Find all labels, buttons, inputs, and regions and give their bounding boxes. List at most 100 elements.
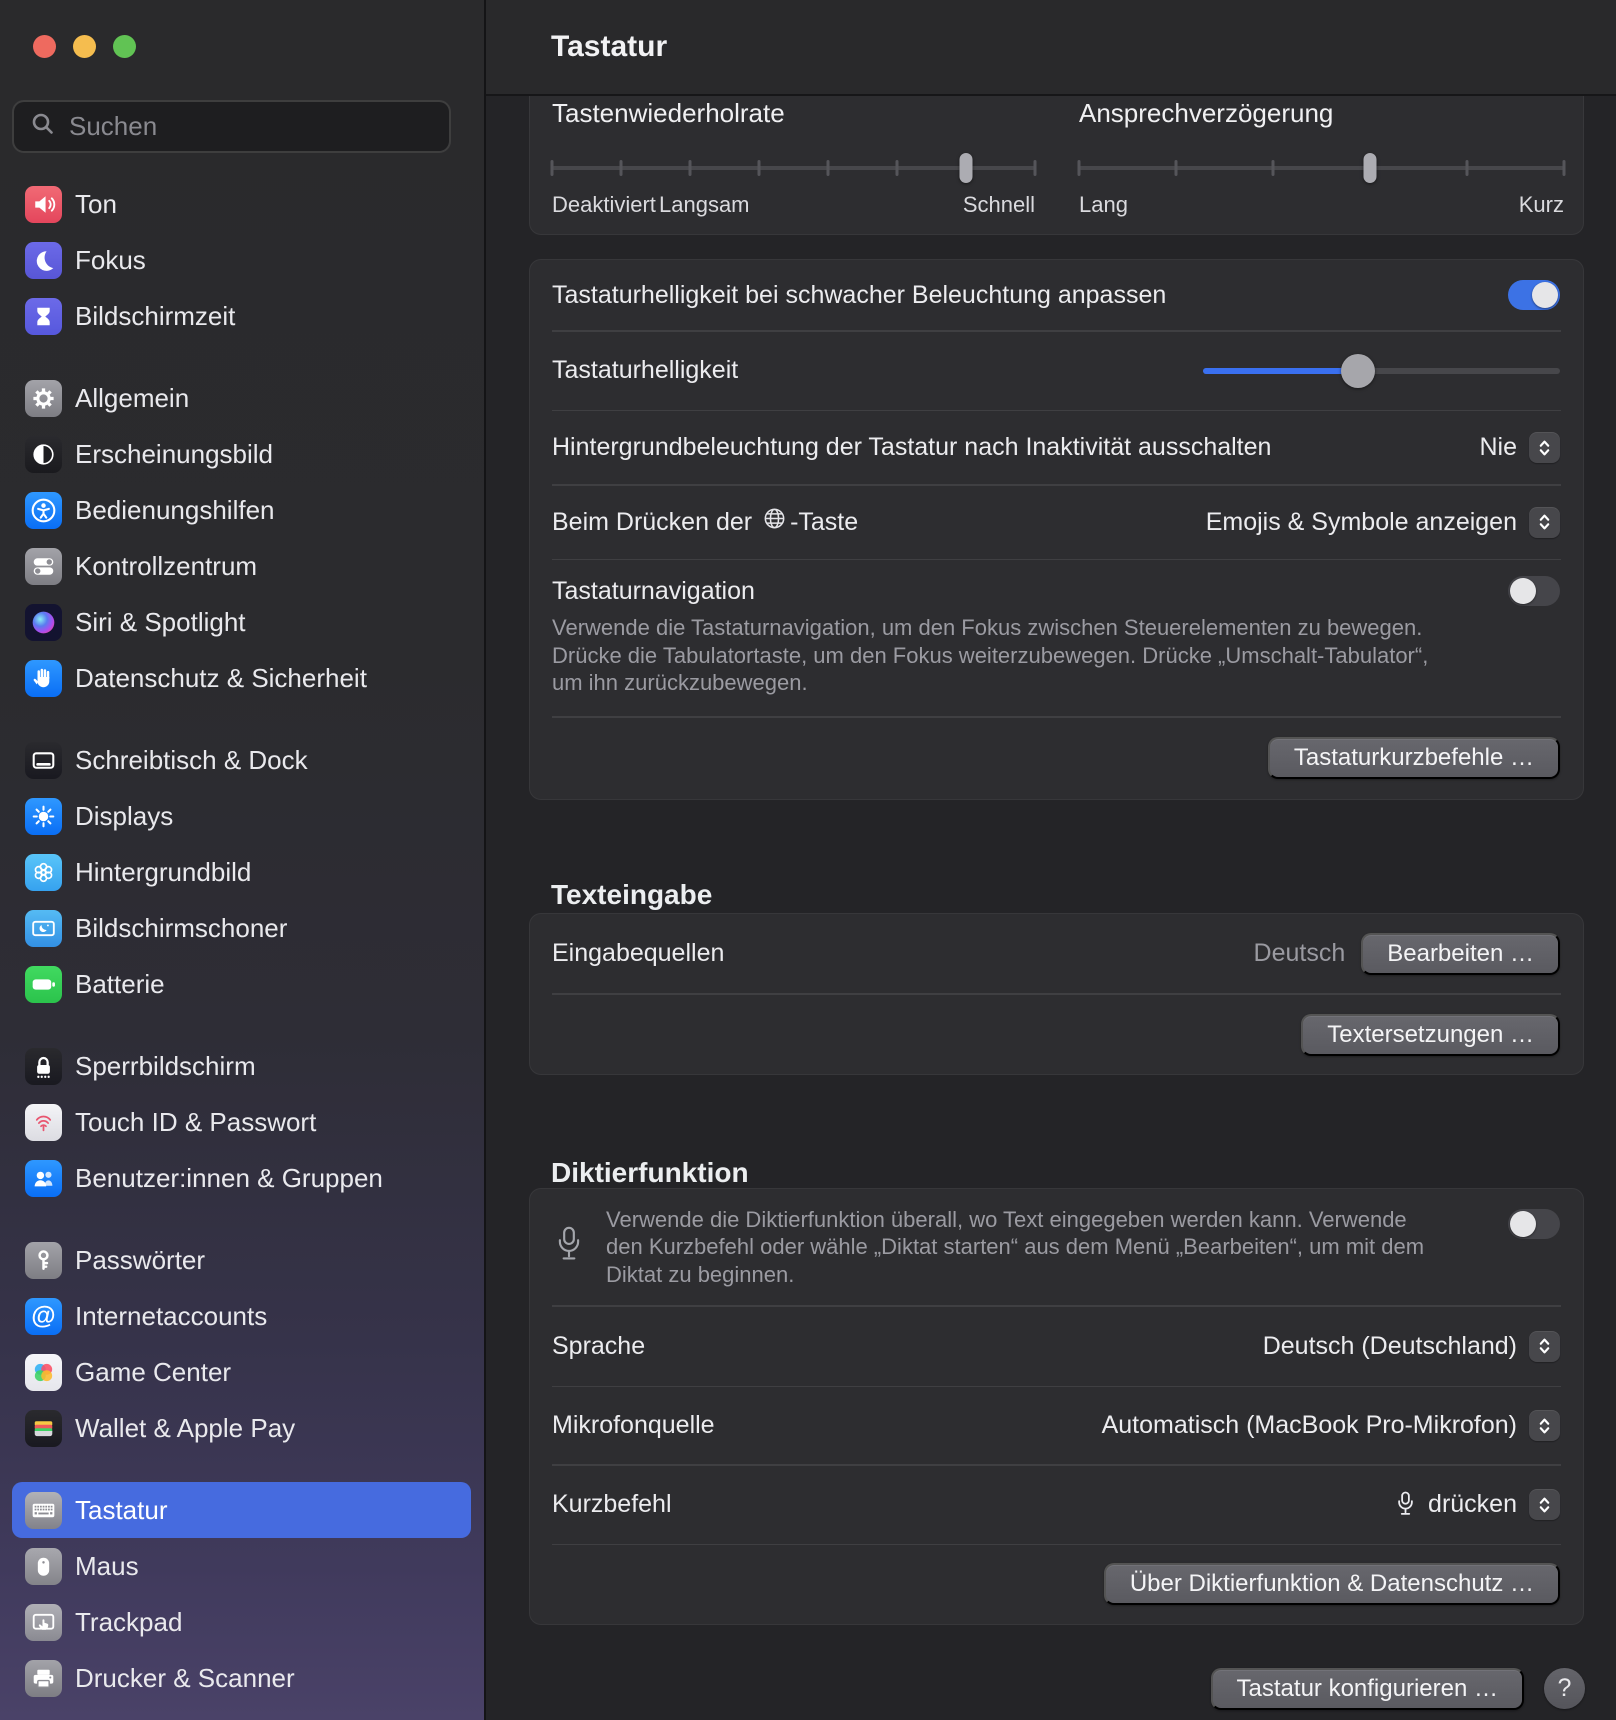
slider-knob[interactable] bbox=[1340, 353, 1375, 388]
repeat-rate-slider[interactable] bbox=[550, 150, 1037, 186]
keyboard-navigation-label: Tastaturnavigation bbox=[552, 576, 755, 605]
input-sources-value: Deutsch bbox=[1253, 939, 1346, 967]
sidebar-item-bildschirmzeit[interactable]: Bildschirmzeit bbox=[12, 288, 471, 344]
dictation-toggle[interactable] bbox=[1508, 1209, 1560, 1239]
sidebar-item-erscheinungsbild[interactable]: Erscheinungsbild bbox=[12, 426, 471, 482]
dictation-shortcut-stepper[interactable] bbox=[1529, 1489, 1560, 1520]
microphone-icon bbox=[554, 1224, 584, 1271]
keyboard-shortcuts-button[interactable]: Tastaturkurzbefehle … bbox=[1267, 736, 1560, 779]
mouse-icon bbox=[25, 1547, 62, 1585]
sidebar-item-touch-id[interactable]: Touch ID & Passwort bbox=[12, 1094, 471, 1150]
minimize-button[interactable] bbox=[73, 35, 96, 58]
trackpad-icon bbox=[25, 1603, 62, 1641]
sidebar-item-label: Schreibtisch & Dock bbox=[75, 744, 308, 775]
keyboard-settings-pane: Tastenwiederholrate Deaktiviert Langsam bbox=[486, 0, 1616, 1720]
battery-icon bbox=[25, 965, 62, 1003]
dictation-privacy-button[interactable]: Über Diktierfunktion & Datenschutz … bbox=[1103, 1563, 1560, 1605]
sidebar-item-maus[interactable]: Maus bbox=[12, 1538, 471, 1594]
backlight-off-row: Hintergrundbeleuchtung der Tastatur nach… bbox=[530, 411, 1583, 484]
sidebar-item-label: Sperrbildschirm bbox=[75, 1050, 256, 1081]
display-brightness-icon bbox=[25, 797, 62, 835]
delay-slider[interactable] bbox=[1077, 150, 1566, 186]
microphone-source-value: Automatisch (MacBook Pro-Mikrofon) bbox=[1101, 1411, 1517, 1439]
sidebar-item-datenschutz[interactable]: Datenschutz & Sicherheit bbox=[12, 650, 471, 706]
sidebar-item-displays[interactable]: Displays bbox=[12, 788, 471, 844]
help-button[interactable]: ? bbox=[1544, 1668, 1585, 1709]
sidebar-item-schreibtisch-dock[interactable]: Schreibtisch & Dock bbox=[12, 732, 471, 788]
globe-key-stepper[interactable] bbox=[1529, 506, 1560, 538]
sidebar-item-allgemein[interactable]: Allgemein bbox=[12, 370, 471, 426]
dictation-heading: Diktierfunktion bbox=[551, 1157, 749, 1189]
titlebar: Tastatur bbox=[486, 0, 1616, 96]
slider-fill bbox=[1203, 367, 1358, 374]
text-input-heading: Texteingabe bbox=[551, 879, 713, 911]
sidebar-item-batterie[interactable]: Batterie bbox=[12, 956, 471, 1012]
sidebar-item-passwoerter[interactable]: Passwörter bbox=[12, 1232, 471, 1288]
sidebar-item-kontrollzentrum[interactable]: Kontrollzentrum bbox=[12, 538, 471, 594]
dictation-shortcut-value: drücken bbox=[1428, 1490, 1517, 1518]
at-icon: @ bbox=[25, 1297, 62, 1335]
hourglass-icon bbox=[25, 297, 62, 335]
sidebar-item-tastatur[interactable]: Tastatur bbox=[12, 1482, 471, 1538]
slider-knob[interactable] bbox=[959, 153, 973, 183]
text-replacements-row: Textersetzungen … bbox=[530, 995, 1583, 1075]
keyboard-navigation-toggle[interactable] bbox=[1508, 576, 1560, 606]
sidebar-item-internetaccounts[interactable]: @ Internetaccounts bbox=[12, 1288, 471, 1344]
lock-icon bbox=[25, 1047, 62, 1085]
configure-keyboard-button[interactable]: Tastatur konfigurieren … bbox=[1210, 1668, 1524, 1710]
adjust-brightness-toggle[interactable] bbox=[1508, 280, 1560, 310]
search-input[interactable]: Suchen bbox=[12, 100, 451, 153]
sidebar-item-ton[interactable]: Ton bbox=[12, 176, 471, 232]
gear-icon bbox=[25, 379, 62, 417]
sidebar-item-label: Bedienungshilfen bbox=[75, 494, 275, 525]
edit-input-sources-button[interactable]: Bearbeiten … bbox=[1361, 932, 1560, 975]
backlight-off-stepper[interactable] bbox=[1529, 432, 1560, 463]
sidebar-item-label: Siri & Spotlight bbox=[75, 606, 246, 637]
keyboard-navigation-description: Verwende die Tastaturnavigation, um den … bbox=[552, 615, 1429, 695]
page-title: Tastatur bbox=[551, 30, 668, 63]
keyboard-navigation-row: Tastaturnavigation Verwende die Tastatur… bbox=[530, 560, 1583, 716]
close-button[interactable] bbox=[33, 35, 56, 58]
toggle-knob bbox=[1510, 1211, 1536, 1237]
sidebar-item-label: Wallet & Apple Pay bbox=[75, 1412, 296, 1443]
toggle-knob bbox=[1532, 282, 1558, 308]
repeat-rate-min-label: Deaktiviert bbox=[552, 192, 656, 217]
microphone-source-stepper[interactable] bbox=[1529, 1410, 1560, 1441]
dictation-language-value: Deutsch (Deutschland) bbox=[1262, 1331, 1517, 1360]
backlight-off-label: Hintergrundbeleuchtung der Tastatur nach… bbox=[552, 433, 1272, 461]
sidebar-item-trackpad[interactable]: Trackpad bbox=[12, 1594, 471, 1650]
mic-key-icon bbox=[1395, 1490, 1416, 1519]
sidebar-item-label: Tastatur bbox=[75, 1494, 168, 1525]
delay-short-label: Kurz bbox=[1518, 192, 1564, 217]
sidebar-item-siri-spotlight[interactable]: Siri & Spotlight bbox=[12, 594, 471, 650]
repeat-rate-slow-label: Langsam bbox=[659, 192, 750, 217]
control-center-icon bbox=[25, 547, 62, 585]
dictation-language-stepper[interactable] bbox=[1529, 1330, 1560, 1362]
wallet-icon bbox=[25, 1409, 62, 1447]
users-icon bbox=[25, 1159, 62, 1197]
sidebar-item-fokus[interactable]: Fokus bbox=[12, 232, 471, 288]
sidebar-item-bedienungshilfen[interactable]: Bedienungshilfen bbox=[12, 482, 471, 538]
sidebar-item-sperrbildschirm[interactable]: Sperrbildschirm bbox=[12, 1038, 471, 1094]
adjust-brightness-row: Tastaturhelligkeit bei schwacher Beleuch… bbox=[530, 260, 1583, 330]
globe-key-label-prefix: Beim Drücken der bbox=[552, 507, 753, 536]
shortcuts-row: Tastaturkurzbefehle … bbox=[530, 718, 1583, 798]
delay-long-label: Lang bbox=[1079, 192, 1128, 217]
sidebar-item-drucker-scanner[interactable]: Drucker & Scanner bbox=[12, 1650, 471, 1706]
sidebar-item-label: Datenschutz & Sicherheit bbox=[75, 662, 367, 693]
screensaver-icon bbox=[25, 909, 62, 947]
slider-knob[interactable] bbox=[1363, 153, 1377, 183]
keyboard-options-card: Tastaturhelligkeit bei schwacher Beleuch… bbox=[529, 259, 1584, 800]
microphone-source-row: Mikrofonquelle Automatisch (MacBook Pro-… bbox=[530, 1387, 1583, 1464]
sidebar-item-bildschirmschoner[interactable]: Bildschirmschoner bbox=[12, 900, 471, 956]
text-replacements-button[interactable]: Textersetzungen … bbox=[1301, 1013, 1560, 1056]
sidebar-item-hintergrundbild[interactable]: Hintergrundbild bbox=[12, 844, 471, 900]
globe-icon bbox=[761, 505, 788, 539]
keyboard-brightness-slider[interactable] bbox=[1203, 353, 1560, 388]
zoom-window-button[interactable] bbox=[113, 35, 136, 58]
sidebar-item-wallet[interactable]: Wallet & Apple Pay bbox=[12, 1400, 471, 1456]
sidebar-item-game-center[interactable]: Game Center bbox=[12, 1344, 471, 1400]
key-icon bbox=[25, 1241, 62, 1279]
sidebar-item-benutzer[interactable]: Benutzer:innen & Gruppen bbox=[12, 1150, 471, 1206]
globe-key-row: Beim Drücken der -Taste Emojis & Symbole… bbox=[530, 486, 1583, 559]
